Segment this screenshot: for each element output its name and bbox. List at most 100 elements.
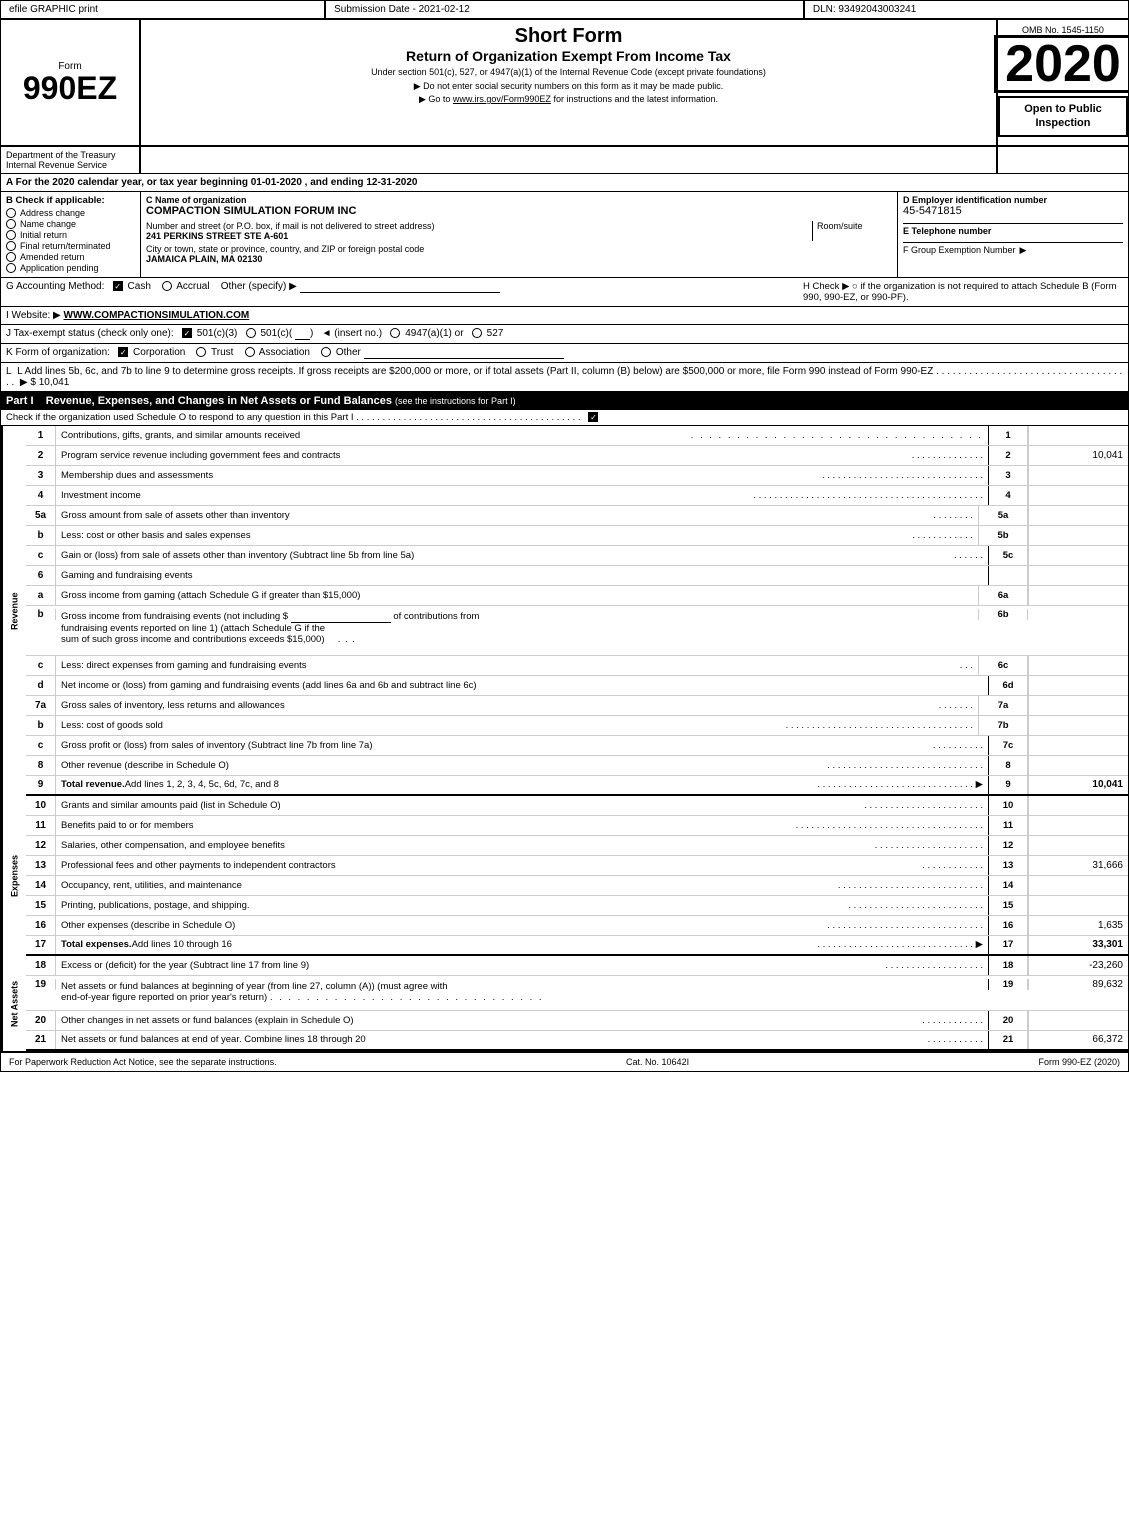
row-6c-ref: 6c [978, 656, 1028, 675]
row-6d-num: d [26, 676, 56, 695]
row-8: 8 Other revenue (describe in Schedule O)… [26, 756, 1128, 776]
l-text: L Add lines 5b, 6c, and 7b to line 9 to … [17, 366, 933, 377]
row-21-desc: Net assets or fund balances at end of ye… [56, 1031, 988, 1049]
form-title: Short Form [151, 25, 986, 48]
revenue-label: Revenue [1, 426, 26, 796]
row-19: 19 Net assets or fund balances at beginn… [26, 976, 1128, 1011]
page-footer: For Paperwork Reduction Act Notice, see … [1, 1051, 1128, 1071]
row-6-desc: Gaming and fundraising events [56, 566, 988, 585]
row-5c-num: c [26, 546, 56, 565]
section-k-row: K Form of organization: Corporation Trus… [1, 344, 1128, 363]
row-7c-desc: Gross profit or (loss) from sales of inv… [56, 736, 988, 755]
row-6b-desc: Gross income from fundraising events (no… [56, 609, 978, 647]
main-header: Form 990EZ Short Form Return of Organiza… [1, 20, 1128, 147]
g-label: G Accounting Method: [6, 281, 104, 292]
row-1-desc: Contributions, gifts, grants, and simila… [56, 426, 988, 445]
row-16-linenum: 16 [988, 916, 1028, 935]
row-5c-linenum: 5c [988, 546, 1028, 565]
row-14-linenum: 14 [988, 876, 1028, 895]
row-6b: b Gross income from fundraising events (… [26, 606, 1128, 656]
right-space [998, 147, 1128, 173]
row-15-desc: Printing, publications, postage, and shi… [56, 896, 988, 915]
row-7b-desc: Less: cost of goods sold . . . . . . . .… [56, 716, 978, 735]
row-20-desc: Other changes in net assets or fund bala… [56, 1011, 988, 1030]
row-8-num: 8 [26, 756, 56, 775]
omb-label: OMB No. 1545-1150 [1022, 25, 1104, 35]
circle-address [6, 208, 16, 218]
efile-label: efile GRAPHIC print [1, 1, 326, 18]
row-10-linenum: 10 [988, 796, 1028, 815]
row-11-linenum: 11 [988, 816, 1028, 835]
row-10-num: 10 [26, 796, 56, 815]
row-7c-num: c [26, 736, 56, 755]
row-9-linenum: 9 [988, 776, 1028, 794]
row-18-amount: -23,260 [1028, 956, 1128, 975]
row-14: 14 Occupancy, rent, utilities, and maint… [26, 876, 1128, 896]
i-value: WWW.COMPACTIONSIMULATION.COM [64, 310, 250, 321]
form-subtitle: Return of Organization Exempt From Incom… [151, 48, 986, 64]
page: efile GRAPHIC print Submission Date - 20… [0, 0, 1129, 1072]
k-corp-checkbox [118, 347, 128, 357]
row-15-linenum: 15 [988, 896, 1028, 915]
row-6a-ref: 6a [978, 586, 1028, 605]
j-501c3: 501(c)(3) [182, 328, 240, 339]
row-5c-desc: Gain or (loss) from sale of assets other… [56, 546, 988, 565]
row-5a-ref: 5a [978, 506, 1028, 525]
row-11-num: 11 [26, 816, 56, 835]
section-c: C Name of organization COMPACTION SIMULA… [141, 192, 898, 277]
cash-checkbox [113, 281, 123, 291]
row-6c-amount [1028, 656, 1128, 675]
row-1-linenum: 1 [988, 426, 1028, 445]
row-21-num: 21 [26, 1031, 56, 1049]
row-2-linenum: 2 [988, 446, 1028, 465]
footer-left: For Paperwork Reduction Act Notice, see … [9, 1057, 277, 1067]
row-4: 4 Investment income . . . . . . . . . . … [26, 486, 1128, 506]
row-6-num: 6 [26, 566, 56, 585]
check-name-change: Name change [6, 219, 135, 229]
row-17-desc: Total expenses. Add lines 10 through 16 … [56, 936, 988, 954]
j-501c3-checkbox [182, 328, 192, 338]
row-6a-desc: Gross income from gaming (attach Schedul… [56, 586, 978, 605]
row-14-desc: Occupancy, rent, utilities, and maintena… [56, 876, 988, 895]
city-label: City or town, state or province, country… [146, 244, 892, 254]
g-other: Other (specify) ▶ [221, 281, 297, 292]
row-7a-desc: Gross sales of inventory, less returns a… [56, 696, 978, 715]
address-value: 241 PERKINS STREET STE A-601 [146, 231, 807, 241]
row-5b-ref: 5b [978, 526, 1028, 545]
j-501c: 501(c)( ) [246, 328, 316, 339]
form-note2: ▶ Go to www.irs.gov/Form990EZ for instru… [151, 94, 986, 105]
row-4-num: 4 [26, 486, 56, 505]
expenses-label: Expenses [1, 796, 26, 956]
form-number-box: Form 990EZ [1, 20, 141, 145]
row-17: 17 Total expenses. Add lines 10 through … [26, 936, 1128, 956]
schedule-o-checkbox [588, 412, 598, 422]
row-3-desc: Membership dues and assessments . . . . … [56, 466, 988, 485]
section-g-row: G Accounting Method: Cash Accrual Other … [1, 278, 1128, 307]
address-label: Number and street (or P.O. box, if mail … [146, 221, 807, 231]
row-10: 10 Grants and similar amounts paid (list… [26, 796, 1128, 816]
row-5a-num: 5a [26, 506, 56, 525]
open-to-public: Open to Public Inspection [998, 96, 1128, 137]
label-initial-return: Initial return [20, 230, 67, 240]
row-5a: 5a Gross amount from sale of assets othe… [26, 506, 1128, 526]
row-5c: c Gain or (loss) from sale of assets oth… [26, 546, 1128, 566]
l-label: L [6, 366, 12, 377]
row-18-desc: Excess or (deficit) for the year (Subtra… [56, 956, 988, 975]
row-12-num: 12 [26, 836, 56, 855]
row-18-num: 18 [26, 956, 56, 975]
section-g-right: H Check ▶ ○ if the organization is not r… [803, 281, 1123, 303]
section-g-left: G Accounting Method: Cash Accrual Other … [6, 281, 803, 303]
check-pending: Application pending [6, 263, 135, 273]
row-21-linenum: 21 [988, 1031, 1028, 1049]
check-address-change: Address change [6, 208, 135, 218]
org-name-value: COMPACTION SIMULATION FORUM INC [146, 205, 892, 217]
row-6d: d Net income or (loss) from gaming and f… [26, 676, 1128, 696]
row-19-num: 19 [26, 979, 56, 990]
part-i-note: (see the instructions for Part I) [395, 396, 516, 406]
row-2-num: 2 [26, 446, 56, 465]
part-i-section: Part I Revenue, Expenses, and Changes in… [1, 393, 1128, 1051]
row-14-num: 14 [26, 876, 56, 895]
submission-date: Submission Date - 2021-02-12 [326, 1, 805, 18]
section-d: D Employer identification number 45-5471… [898, 192, 1128, 277]
row-19-amount: 89,632 [1028, 979, 1128, 990]
